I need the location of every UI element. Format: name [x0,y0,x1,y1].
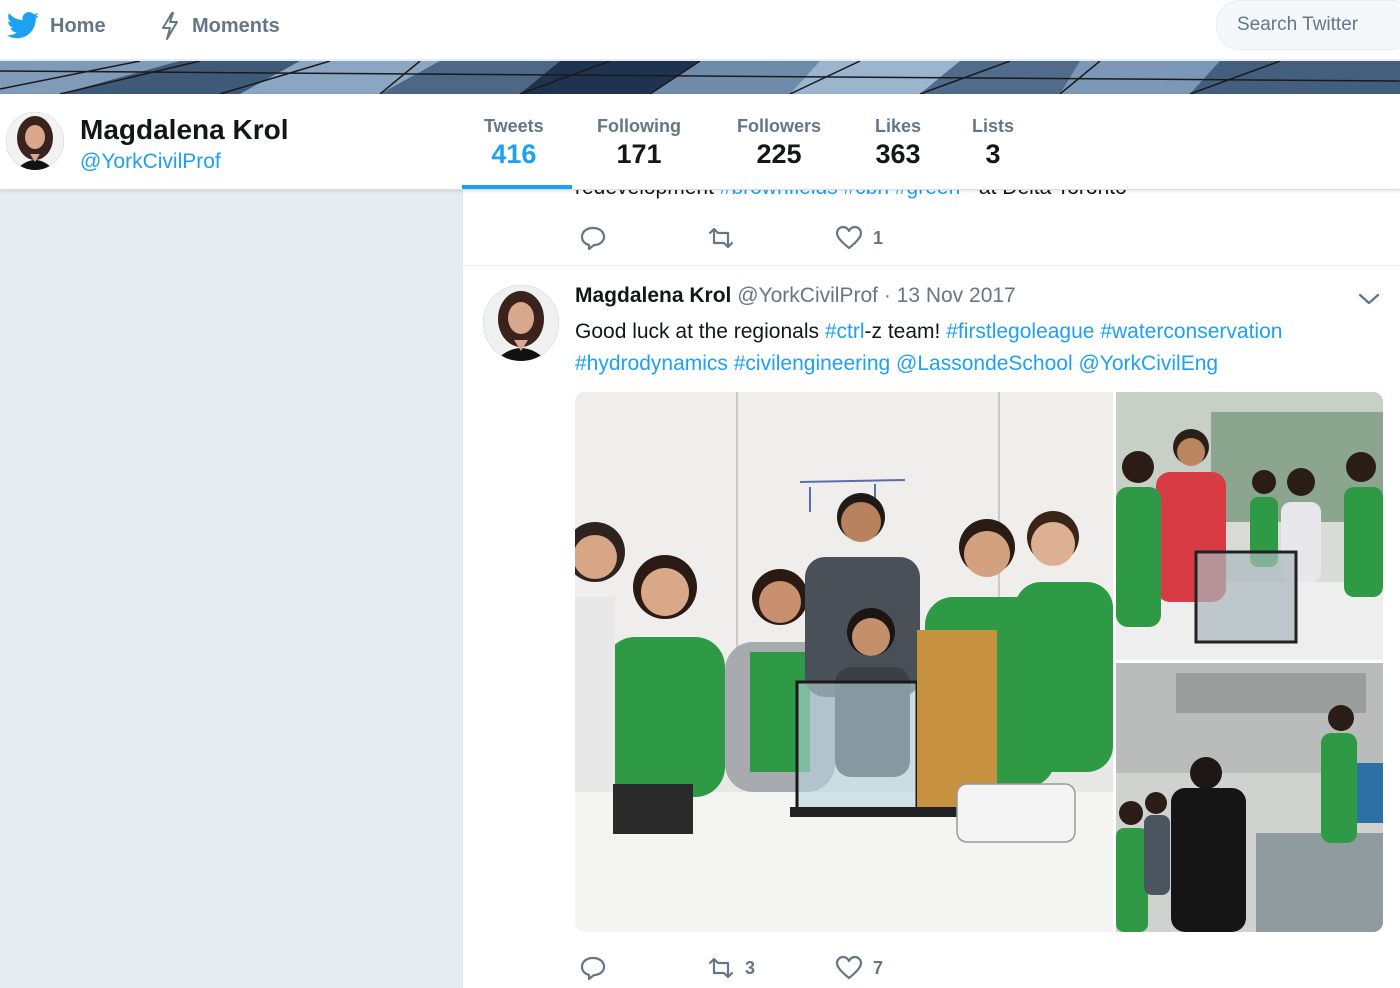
tweet-text-part: -z team! [864,320,947,343]
avatar-image [6,112,64,170]
like-count: 7 [873,957,884,978]
heart-icon [835,955,863,980]
previous-tweet-actions: 1 [579,224,883,252]
hashtag-link[interactable]: #hydrodynamics [575,352,728,375]
chevron-down-icon[interactable] [1357,290,1381,308]
profile-name[interactable]: Magdalena Krol [80,114,288,146]
stat-label: Lists [972,116,1015,136]
tweet-author-name[interactable]: Magdalena Krol [575,284,731,307]
search-placeholder: Search Twitter [1237,14,1359,35]
lightning-bolt-icon [162,12,178,40]
like-count: 1 [873,227,884,248]
mention-link[interactable]: @LassondeSchool [896,352,1073,375]
stat-label: Likes [875,116,922,136]
media-photo-lab[interactable] [1116,663,1383,932]
nav-home-label: Home [50,14,106,37]
stat-value: 3 [985,139,1001,169]
twitter-bird-icon [6,12,39,39]
stat-label: Tweets [484,116,544,136]
profile-banner [0,61,1400,94]
active-tab-indicator [462,185,572,189]
stat-value: 416 [491,139,537,169]
retweet-button[interactable]: 3 [707,954,835,982]
retweet-icon [708,227,734,249]
stat-following[interactable]: Following 171 [597,116,681,170]
hashtag-link[interactable]: #ctrl [825,320,865,343]
media-photo-team[interactable] [575,392,1113,932]
avatar[interactable] [6,112,64,170]
stat-label: Following [597,116,681,136]
mention-link[interactable]: @YorkCivilEng [1078,352,1218,375]
nav-home[interactable]: Home [6,0,106,52]
stat-value: 225 [756,139,802,169]
retweet-count: 3 [745,957,756,978]
stat-label: Followers [737,116,822,136]
retweet-icon [708,957,734,979]
tweet-text: Good luck at the regionals #ctrl-z team!… [575,316,1375,380]
reply-icon [580,956,606,981]
profile-handle[interactable]: @YorkCivilProf [80,150,221,174]
stat-tweets[interactable]: Tweets 416 [484,116,544,170]
nav-moments-label: Moments [192,14,280,37]
demo-photo [1116,392,1383,660]
lab-photo [1116,663,1383,932]
top-navigation: Home Moments Search Twitter [0,0,1400,60]
tweet-text-part: Good luck at the regionals [575,320,825,343]
tweet-media [575,392,1383,932]
timeline: redevelopment #brownfields #cbn #green -… [462,176,1400,988]
tweet-actions: 3 7 [579,954,883,982]
avatar-image [483,285,559,361]
search-input[interactable]: Search Twitter [1216,0,1400,50]
tweet-header: Magdalena Krol @YorkCivilProf · 13 Nov 2… [575,284,1016,308]
nav-moments[interactable]: Moments [158,0,280,52]
reply-button[interactable] [579,224,707,252]
hashtag-link[interactable]: #firstlegoleague [946,320,1094,343]
stat-followers[interactable]: Followers 225 [737,116,821,170]
reply-icon [580,226,606,251]
stat-lists[interactable]: Lists 3 [972,116,1014,170]
tweet-author-handle[interactable]: @YorkCivilProf [737,284,878,307]
tweet-avatar[interactable] [483,285,559,361]
tweet-divider [463,265,1400,266]
stat-value: 171 [616,139,662,169]
team-photo [575,392,1113,932]
like-button[interactable]: 7 [835,954,883,982]
heart-icon [835,225,863,250]
media-photo-demo[interactable] [1116,392,1383,660]
profile-nav: Magdalena Krol @YorkCivilProf Tweets 416… [0,94,1400,190]
hashtag-link[interactable]: #civilengineering [734,352,890,375]
reply-button[interactable] [579,954,707,982]
stat-likes[interactable]: Likes 363 [875,116,921,170]
retweet-button[interactable] [707,224,835,252]
tweet-date[interactable]: · 13 Nov 2017 [884,284,1016,307]
like-button[interactable]: 1 [835,224,883,252]
stat-value: 363 [875,139,921,169]
hashtag-link[interactable]: #waterconservation [1100,320,1282,343]
banner-pattern [0,61,1400,94]
